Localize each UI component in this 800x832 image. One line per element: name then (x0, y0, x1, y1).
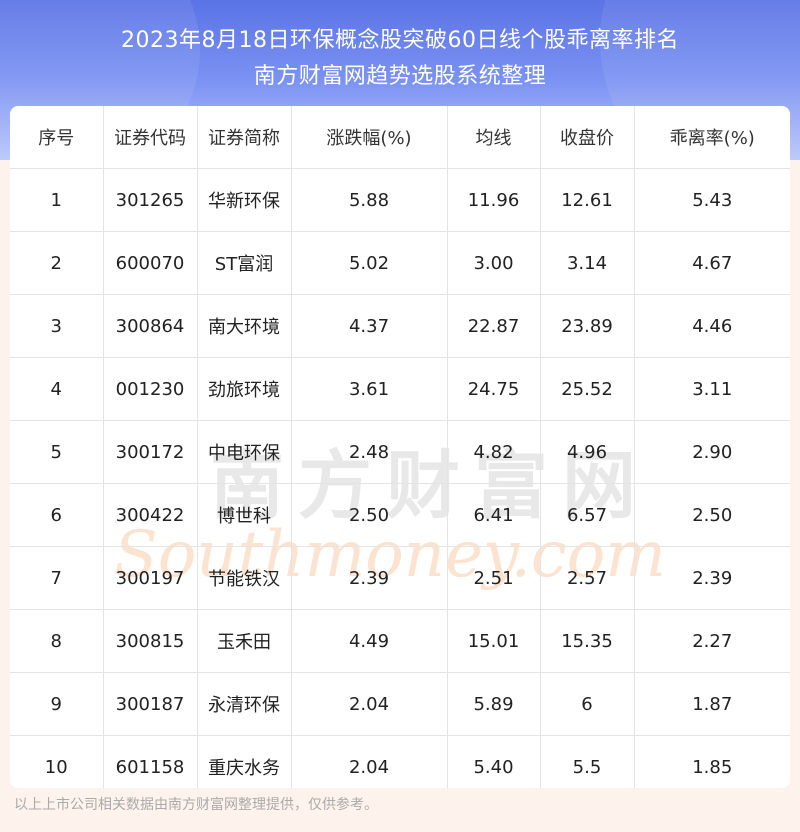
footer-note: 以上上市公司相关数据由南方财富网整理提供，仅供参考。 (14, 797, 378, 813)
table-cell: 9 (10, 672, 104, 736)
table-cell: 6 (10, 483, 104, 547)
table-cell: 300197 (103, 546, 198, 610)
table-cell: 4.46 (634, 294, 790, 358)
table-cell: 600070 (103, 231, 198, 295)
table-cell: 300172 (103, 420, 198, 484)
table-cell: 300187 (103, 672, 198, 736)
table-cell: 15.01 (447, 609, 541, 673)
column-header: 乖离率(%) (634, 106, 790, 169)
table-cell: 1.87 (634, 672, 790, 736)
column-header: 涨跌幅(%) (291, 106, 448, 169)
table-cell: 8 (10, 609, 104, 673)
table-cell: 300422 (103, 483, 198, 547)
table-cell: 601158 (103, 735, 198, 788)
table-cell: 4.82 (447, 420, 541, 484)
table-row: 5 300172 中电环保 2.48 4.82 4.96 2.90 (10, 420, 790, 484)
page-subtitle: 南方财富网趋势选股系统整理 (253, 64, 547, 89)
table-cell: 22.87 (447, 294, 541, 358)
table-cell: 3.11 (634, 357, 790, 421)
table-cell: 劲旅环境 (197, 357, 292, 421)
table-cell: 25.52 (540, 357, 635, 421)
table-cell: 6.41 (447, 483, 541, 547)
table-cell: 1 (10, 168, 104, 232)
table-cell: 博世科 (197, 483, 292, 547)
table-cell: 华新环保 (197, 168, 292, 232)
table-cell: 中电环保 (197, 420, 292, 484)
table-cell: 永清环保 (197, 672, 292, 736)
table-cell: 3.00 (447, 231, 541, 295)
table-cell: 1.85 (692, 756, 733, 778)
table-cell: 4.67 (634, 231, 790, 295)
table-row: 8 300815 玉禾田 4.49 15.01 15.35 2.27 (10, 609, 790, 673)
table-cell: 2.51 (447, 546, 541, 610)
table-cell: 5 (10, 420, 104, 484)
table-cell: 2.39 (291, 546, 448, 610)
table-row: 9 300187 永清环保 2.04 5.89 6 1.87 (10, 672, 790, 736)
table-header-row: 序号 证券代码 证券简称 涨跌幅(%) 均线 收盘价 乖离率(%) (10, 106, 790, 169)
table-cell: 2.27 (634, 609, 790, 673)
table-cell: 4.96 (540, 420, 635, 484)
table-cell: 2.57 (540, 546, 635, 610)
table-cell: 3.14 (540, 231, 635, 295)
table-cell: 重庆水务 (197, 735, 292, 788)
table-row: 1 301265 华新环保 5.88 11.96 12.61 5.43 (10, 168, 790, 232)
table-cell: 11.96 (447, 168, 541, 232)
table-cell: 12.61 (540, 168, 635, 232)
table-row: 2 600070 ST富润 5.02 3.00 3.14 4.67 (10, 231, 790, 295)
column-header: 均线 (447, 106, 541, 169)
table-cell: 2.90 (634, 420, 790, 484)
table-cell: 5.40 (447, 735, 541, 788)
table-row: 10 601158 重庆水务 2.04 5.40 5.5 1.85 (10, 735, 790, 788)
table-cell: 5.02 (291, 231, 448, 295)
table-cell: 2.04 (291, 735, 448, 788)
table-cell: 2 (10, 231, 104, 295)
table-row: 4 001230 劲旅环境 3.61 24.75 25.52 3.11 (10, 357, 790, 421)
table-cell: 5.89 (447, 672, 541, 736)
table-cell: 5.43 (634, 168, 790, 232)
table-cell: 15.35 (540, 609, 635, 673)
column-header: 证券代码 (103, 106, 198, 169)
table-cell: 10 (10, 735, 104, 788)
column-header: 收盘价 (540, 106, 635, 169)
table-cell: 6.57 (540, 483, 635, 547)
table-cell: 300815 (103, 609, 198, 673)
table-cell: 7 (10, 546, 104, 610)
table-cell: 4.37 (291, 294, 448, 358)
column-header: 证券简称 (197, 106, 292, 169)
table-row: 3 300864 南大环境 4.37 22.87 23.89 4.46 (10, 294, 790, 358)
table-body: 1 301265 华新环保 5.88 11.96 12.61 5.43 2 600070 ST富润… (10, 168, 790, 788)
table-cell: 001230 (103, 357, 198, 421)
table-cell: 3.61 (291, 357, 448, 421)
page-title: 2023年8月18日环保概念股突破60日线个股乖离率排名 (121, 28, 679, 53)
table-row: 7 300197 节能铁汉 2.39 2.51 2.57 2.39 (10, 546, 790, 610)
column-header: 序号 (10, 106, 104, 169)
table-row: 6 300422 博世科 2.50 6.41 6.57 2.50 (10, 483, 790, 547)
table-cell: 2.39 (634, 546, 790, 610)
table-cell: ST富润 (197, 231, 292, 295)
table-cell: 南大环境 (197, 294, 292, 358)
table-cell: 5.88 (291, 168, 448, 232)
table-cell: 2.50 (634, 483, 790, 547)
table-cell: 2.50 (291, 483, 448, 547)
table-cell: 301265 (103, 168, 198, 232)
table-cell: 节能铁汉 (197, 546, 292, 610)
table-cell: 2.48 (291, 420, 448, 484)
table-cell: 4 (10, 357, 104, 421)
table-cell: 24.75 (447, 357, 541, 421)
table-cell: 300864 (103, 294, 198, 358)
table-cell: 4.49 (291, 609, 448, 673)
table-card: 南方财富网 Southmoney.com 序号 证券代码 证券简称 涨跌幅(%) 均线收… (10, 106, 790, 788)
ranking-table: 序号 证券代码 证券简称 涨跌幅(%) 均线 收盘价 乖离率(%) 1 301265 华新环保 5… (10, 106, 790, 788)
table-cell: 5.5 (540, 735, 635, 788)
table-cell: 6 (540, 672, 635, 736)
table-cell: 23.89 (540, 294, 635, 358)
table-cell: 玉禾田 (197, 609, 292, 673)
table-cell: 3 (10, 294, 104, 358)
table-cell: 2.04 (291, 672, 448, 736)
